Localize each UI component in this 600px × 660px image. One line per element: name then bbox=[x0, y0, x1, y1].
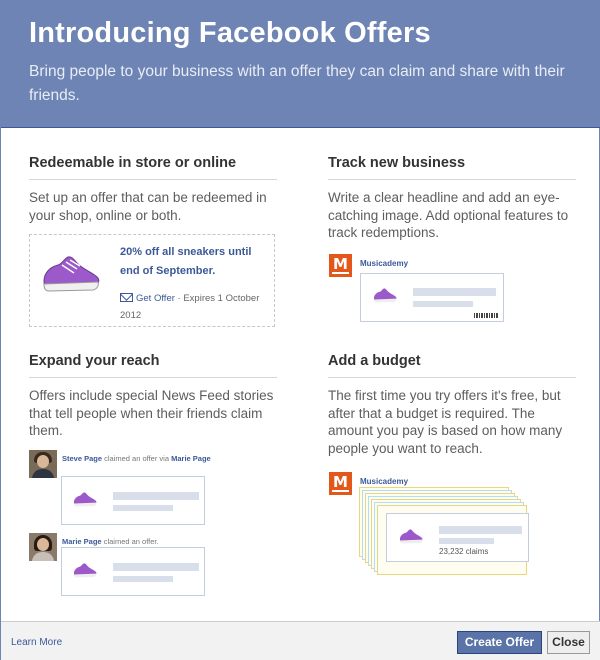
offer-meta: Get Offer · Expires 1 October 2012 bbox=[120, 290, 270, 324]
avatar bbox=[29, 533, 57, 561]
page-name: Musicademy bbox=[360, 259, 409, 268]
create-offer-button[interactable]: Create Offer bbox=[457, 631, 542, 654]
section-title: Redeemable in store or online bbox=[29, 155, 277, 180]
dialog-header: Introducing Facebook Offers Bring people… bbox=[1, 1, 600, 128]
offer-title: 20% off all sneakers until end of Septem… bbox=[120, 246, 252, 277]
section-description: Offers include special News Feed stories… bbox=[29, 388, 274, 438]
offer-preview-card: 20% off all sneakers until end of Septem… bbox=[29, 234, 275, 327]
get-offer-link[interactable]: Get Offer bbox=[136, 293, 175, 304]
learn-more-link[interactable]: Learn More bbox=[11, 637, 62, 648]
section-title: Track new business bbox=[328, 155, 576, 180]
offer-preview-card: 23,232 claims bbox=[386, 513, 529, 562]
dialog-footer: Learn More Create Offer Close bbox=[1, 621, 600, 660]
placeholder-bar bbox=[439, 526, 522, 534]
section-reach: Expand your reach Offers include special… bbox=[29, 353, 277, 440]
claims-count: 23,232 claims bbox=[439, 547, 489, 556]
placeholder-bar bbox=[413, 288, 496, 296]
musicademy-logo: M bbox=[329, 472, 352, 495]
offer-preview-card bbox=[360, 273, 504, 322]
section-description: The first time you try offers it's free,… bbox=[328, 388, 563, 456]
dialog-subtitle: Bring people to your business with an of… bbox=[29, 63, 565, 104]
friend-name[interactable]: Marie Page bbox=[62, 537, 102, 546]
feed-story-text: Marie Page claimed an offer. bbox=[62, 537, 159, 546]
sneaker-icon bbox=[72, 561, 98, 584]
section-redeemable: Redeemable in store or online Set up an … bbox=[29, 155, 277, 224]
envelope-icon bbox=[120, 293, 133, 302]
section-title: Expand your reach bbox=[29, 353, 277, 378]
page-name: Musicademy bbox=[360, 477, 409, 486]
friend-name[interactable]: Steve Page bbox=[62, 454, 102, 463]
section-track: Track new business Write a clear headlin… bbox=[328, 155, 576, 242]
section-description: Write a clear headline and add an eye-ca… bbox=[328, 190, 569, 240]
feed-story-card bbox=[61, 547, 205, 596]
barcode-icon bbox=[474, 313, 498, 318]
placeholder-bar bbox=[439, 538, 494, 544]
placeholder-bar bbox=[113, 492, 199, 500]
sneaker-icon bbox=[398, 527, 424, 550]
sneaker-icon bbox=[72, 490, 98, 513]
placeholder-bar bbox=[413, 301, 473, 307]
sneaker-icon bbox=[372, 286, 398, 309]
section-budget: Add a budget The first time you try offe… bbox=[328, 353, 576, 457]
offers-dialog: Introducing Facebook Offers Bring people… bbox=[0, 0, 600, 660]
close-button[interactable]: Close bbox=[547, 631, 590, 654]
placeholder-bar bbox=[113, 576, 173, 582]
section-description: Set up an offer that can be redeemed in … bbox=[29, 190, 267, 223]
page-link[interactable]: Marie Page bbox=[171, 454, 211, 463]
sneaker-icon bbox=[40, 251, 102, 300]
musicademy-logo: M bbox=[329, 254, 352, 277]
placeholder-bar bbox=[113, 505, 173, 511]
placeholder-bar bbox=[113, 563, 199, 571]
section-title: Add a budget bbox=[328, 353, 576, 378]
feed-story-text: Steve Page claimed an offer via Marie Pa… bbox=[62, 454, 211, 463]
feed-story-card bbox=[61, 476, 205, 525]
avatar bbox=[29, 450, 57, 478]
dialog-title: Introducing Facebook Offers bbox=[29, 17, 431, 49]
